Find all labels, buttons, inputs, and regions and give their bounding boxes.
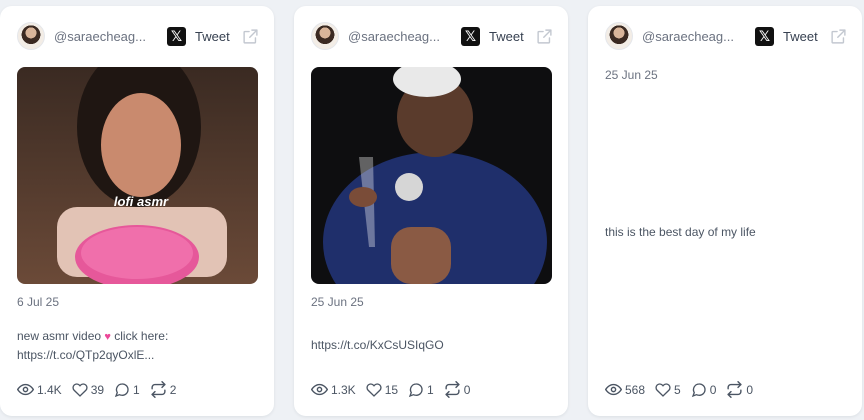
comment-icon	[408, 382, 423, 397]
comment-icon	[114, 382, 129, 397]
retweet-icon	[727, 381, 742, 398]
replies-count: 1	[427, 382, 434, 397]
retweets-stat[interactable]: 2	[150, 381, 177, 398]
likes-count: 15	[384, 382, 399, 397]
external-link-icon[interactable]	[536, 28, 553, 45]
user-handle[interactable]: @saraecheag...	[348, 29, 450, 44]
tweet-text-line1-suffix: click here:	[114, 329, 169, 343]
media-image: lofi asmr	[17, 67, 258, 284]
views-stat: 1.4K	[17, 381, 62, 398]
replies-stat[interactable]: 0	[691, 382, 717, 398]
tweet-text-line1: new asmr video	[17, 329, 102, 343]
replies-stat[interactable]: 1	[408, 382, 434, 398]
views-stat: 1.3K	[311, 381, 356, 398]
eye-icon	[605, 383, 622, 396]
views-stat: 568	[605, 381, 645, 398]
tweet-card[interactable]: @saraecheag... 𝕏 Tweet 25 Jun 25 https:/…	[294, 6, 568, 416]
tweet-date: 25 Jun 25	[605, 68, 658, 82]
likes-stat[interactable]: 39	[72, 382, 104, 398]
x-logo-icon: 𝕏	[755, 26, 774, 46]
external-link-icon[interactable]	[242, 28, 259, 45]
tweet-text: this is the best day of my life	[605, 223, 848, 241]
likes-stat[interactable]: 15	[366, 382, 398, 398]
avatar[interactable]	[311, 22, 339, 50]
card-header: @saraecheag... 𝕏 Tweet	[17, 21, 262, 51]
retweets-count: 0	[463, 382, 471, 397]
views-count: 568	[625, 382, 646, 397]
tweet-text: new asmr video ♥ click here: https://t.c…	[17, 327, 260, 364]
tweet-link-text[interactable]: https://t.co/QTp2qyOxlE...	[17, 346, 260, 364]
user-handle[interactable]: @saraecheag...	[54, 29, 156, 44]
tweet-link-text[interactable]: https://t.co/KxCsUSIqGO	[311, 336, 554, 354]
card-header: @saraecheag... 𝕏 Tweet	[311, 21, 556, 51]
tweet-media[interactable]: lofi asmr	[17, 67, 258, 284]
tweet-text-line1: this is the best day of my life	[605, 225, 756, 239]
replies-count: 1	[133, 382, 140, 397]
eye-icon	[17, 383, 34, 396]
heart-icon	[655, 382, 671, 397]
user-handle[interactable]: @saraecheag...	[642, 29, 744, 44]
tweet-link[interactable]: Tweet	[783, 29, 818, 44]
tweet-card[interactable]: @saraecheag... 𝕏 Tweet 25 Jun 25 this is…	[588, 6, 862, 416]
retweets-count: 0	[746, 382, 754, 397]
tweet-stats: 1.4K 39 1 2	[17, 381, 186, 398]
tweet-stats: 1.3K 15 1 0	[311, 381, 480, 398]
retweet-icon	[445, 381, 460, 398]
external-link-icon[interactable]	[830, 28, 847, 45]
tweet-text: https://t.co/KxCsUSIqGO	[311, 336, 554, 354]
card-header: @saraecheag... 𝕏 Tweet	[605, 21, 850, 51]
tweet-link[interactable]: Tweet	[489, 29, 524, 44]
comment-icon	[691, 382, 706, 397]
tweet-stats: 568 5 0 0	[605, 381, 763, 398]
tweet-date: 6 Jul 25	[17, 295, 60, 309]
likes-count: 5	[674, 382, 681, 397]
media-caption: lofi asmr	[114, 194, 169, 209]
eye-icon	[311, 383, 328, 396]
replies-stat[interactable]: 1	[114, 382, 140, 398]
avatar[interactable]	[605, 22, 633, 50]
heart-icon	[366, 382, 382, 397]
media-image	[311, 67, 552, 284]
likes-stat[interactable]: 5	[655, 382, 681, 398]
pink-heart-emoji: ♥	[104, 331, 111, 343]
tweet-card[interactable]: @saraecheag... 𝕏 Tweet lofi asmr 6 Jul 2…	[0, 6, 274, 416]
tweet-date: 25 Jun 25	[311, 295, 364, 309]
retweets-count: 2	[169, 382, 177, 397]
views-count: 1.4K	[37, 382, 62, 397]
heart-icon	[72, 382, 88, 397]
retweet-icon	[151, 381, 166, 398]
avatar[interactable]	[17, 22, 45, 50]
retweets-stat[interactable]: 0	[444, 381, 471, 398]
retweets-stat[interactable]: 0	[726, 381, 753, 398]
tweet-link[interactable]: Tweet	[195, 29, 230, 44]
views-count: 1.3K	[331, 382, 356, 397]
tweet-media[interactable]	[311, 67, 552, 284]
replies-count: 0	[709, 382, 717, 397]
x-logo-icon: 𝕏	[461, 26, 480, 46]
likes-count: 39	[90, 382, 105, 397]
x-logo-icon: 𝕏	[167, 26, 186, 46]
